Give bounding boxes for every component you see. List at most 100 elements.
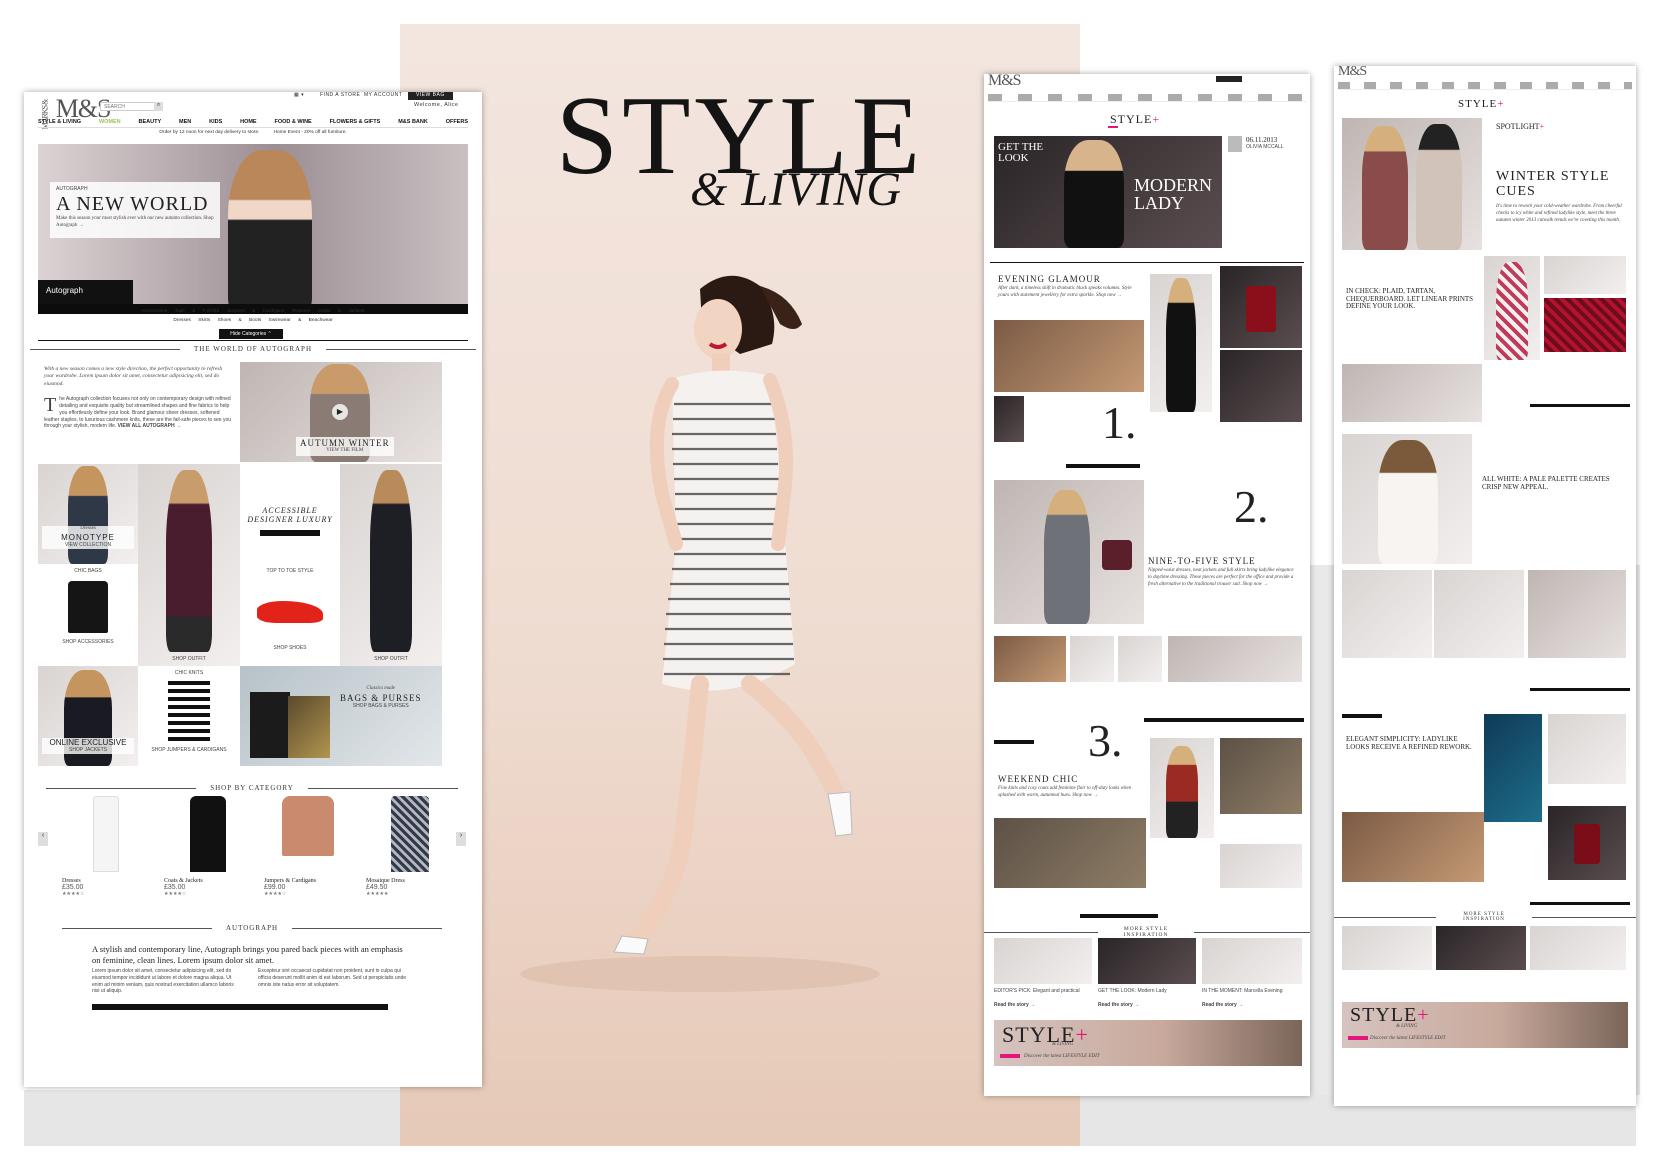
cat-skirts[interactable]: Skirts <box>198 318 210 323</box>
nav-kids[interactable]: KIDS <box>209 117 222 127</box>
cat-dresses[interactable]: Dresses <box>173 318 191 323</box>
tartan-bag-image[interactable] <box>1544 298 1626 352</box>
read-story-link-2[interactable]: Read the story → <box>1098 1002 1139 1009</box>
all-white-model-image[interactable] <box>1342 434 1472 564</box>
shop-jackets-link[interactable]: SHOP JACKETS <box>42 747 134 754</box>
outfit-tile-1[interactable]: SHOP OUTFIT <box>138 464 240 666</box>
nav-style-living[interactable]: STYLE & LIVING <box>38 117 81 127</box>
monotype-tile[interactable]: Dresses MONOTYPE VIEW COLLECTION <box>38 464 138 564</box>
search-icon[interactable]: ⌕ <box>154 102 163 111</box>
inspiration-thumb-3[interactable] <box>1530 926 1626 970</box>
ms-logo[interactable]: M&S <box>1338 66 1367 80</box>
inspiration-thumb-1[interactable] <box>994 938 1092 984</box>
cat-swimwear[interactable]: Swimwear & Beachwear <box>269 318 333 323</box>
autograph-banner[interactable]: AUTOGRAPH A NEW WORLD Make this season y… <box>38 144 468 314</box>
all-white-catwalk-image[interactable] <box>1342 570 1432 658</box>
nav-men[interactable]: MEN <box>179 117 191 127</box>
product-card-coats[interactable]: Coats & Jackets £35.00 ★★★★☆ <box>164 796 252 897</box>
shop-bags-link[interactable]: SHOP BAGS & PURSES <box>340 703 422 710</box>
autumn-winter-video[interactable]: ▶ AUTUMN WINTER VIEW THE FILM <box>240 362 442 462</box>
crystal-clutch-image[interactable] <box>1434 570 1524 658</box>
plaid-duo-image[interactable] <box>1342 118 1482 250</box>
lifestyle-edit-banner[interactable]: STYLE+ & LIVING Discover the latest LIFE… <box>994 1020 1302 1066</box>
fur-coat-image[interactable] <box>1342 812 1484 882</box>
accessible-luxury-tile[interactable]: ACCESSIBLE DESIGNER LUXURY <box>240 464 340 564</box>
cat-accessories[interactable]: Accessories <box>141 309 167 314</box>
inspiration-thumb-2[interactable] <box>1098 938 1196 984</box>
shop-outfit-link-1[interactable]: SHOP OUTFIT <box>138 656 240 663</box>
nav-food-wine[interactable]: FOOD & WINE <box>274 117 311 127</box>
carousel-next-arrow[interactable]: › <box>456 832 466 846</box>
nav-home[interactable]: HOME <box>240 117 257 127</box>
perfume-bottle-image[interactable] <box>1548 806 1626 880</box>
red-coat-image[interactable] <box>1150 738 1214 838</box>
cat-tops[interactable]: Tops & T-Shirts <box>175 309 219 314</box>
nine-to-five-image[interactable] <box>994 480 1144 624</box>
view-collection-link[interactable]: VIEW COLLECTION <box>42 542 134 549</box>
necklace-image[interactable] <box>1220 350 1302 422</box>
weekend-street-image[interactable] <box>994 818 1146 888</box>
online-exclusive-tile[interactable]: ONLINE EXCLUSIVE SHOP JACKETS <box>38 666 138 766</box>
cat-jumpers[interactable]: Jumpers & Cardigans <box>226 309 284 314</box>
shop-accessories-link[interactable]: SHOP ACCESSORIES <box>38 639 138 646</box>
search-input[interactable] <box>100 102 160 111</box>
get-the-look-banner[interactable]: GET THE LOOK MODERN LADY <box>994 136 1222 248</box>
inspiration-caption-3[interactable]: IN THE MOMENT: Marcella Evening <box>1202 988 1302 995</box>
cat-shoes[interactable]: Shoes & Boots <box>218 318 262 323</box>
consider-colour-image[interactable] <box>1168 636 1302 682</box>
top-to-toe-tile[interactable]: TOP TO TOE STYLE SHOP SHOES <box>240 564 340 666</box>
glamour-image-1[interactable] <box>994 320 1144 392</box>
shoe-image[interactable] <box>994 396 1024 442</box>
leopard-heel-image[interactable] <box>1220 844 1302 888</box>
glamour-image-2[interactable] <box>1150 274 1212 412</box>
inspiration-thumb-3[interactable] <box>1202 938 1302 984</box>
bags-purses-tile[interactable]: Classics made BAGS & PURSES SHOP BAGS & … <box>240 666 442 766</box>
heel-image[interactable] <box>1118 636 1162 682</box>
my-account-link[interactable]: MY ACCOUNT <box>364 92 402 98</box>
glove-image[interactable] <box>994 636 1066 682</box>
view-all-autograph-link[interactable]: VIEW ALL AUTOGRAPH → <box>118 423 181 429</box>
main-nav[interactable] <box>988 94 1306 102</box>
view-bag-button[interactable] <box>1216 76 1242 82</box>
shop-outfit-link-2[interactable]: SHOP OUTFIT <box>340 656 442 663</box>
nav-beauty[interactable]: BEAUTY <box>139 117 162 127</box>
view-film-link[interactable]: VIEW THE FILM <box>300 448 390 455</box>
shop-shoes-link[interactable]: SHOP SHOES <box>240 645 340 652</box>
main-nav[interactable] <box>1338 82 1632 90</box>
plaid-model-image[interactable] <box>1484 256 1540 360</box>
lifestyle-edit-banner[interactable]: STYLE+ & LIVING Discover the latest LIFE… <box>1342 1002 1628 1048</box>
shop-knits-link[interactable]: SHOP JUMPERS & CARDIGANS <box>138 747 240 754</box>
inspiration-caption-1[interactable]: EDITOR'S PICK: Elegant and practical <box>994 988 1092 995</box>
product-card-dresses[interactable]: Dresses £35.00 ★★★★☆ <box>62 796 150 897</box>
cat-coats[interactable]: Coats & Jackets <box>318 309 365 314</box>
nav-flowers-gifts[interactable]: FLOWERS & GIFTS <box>330 117 381 127</box>
find-store-link[interactable]: FIND A STORE <box>320 92 360 98</box>
read-story-link-3[interactable]: Read the story → <box>1202 1002 1243 1009</box>
teal-dress-image[interactable] <box>1484 714 1542 822</box>
banner-tab[interactable]: Autograph <box>38 280 133 304</box>
cat-trousers[interactable]: Trousers <box>292 309 311 314</box>
chic-bags-tile[interactable]: CHIC BAGS SHOP ACCESSORIES <box>38 564 138 666</box>
nav-ms-bank[interactable]: M&S BANK <box>398 117 428 127</box>
inspiration-thumb-1[interactable] <box>1342 926 1432 970</box>
nav-offers[interactable]: OFFERS <box>446 117 468 127</box>
ms-logo[interactable]: M&S <box>988 74 1022 90</box>
chic-knits-tile[interactable]: CHIC KNITS SHOP JUMPERS & CARDIGANS <box>138 666 240 766</box>
carousel-prev-arrow[interactable]: ‹ <box>38 832 48 846</box>
flag-icon[interactable]: ▦ ▾ <box>294 92 304 98</box>
read-story-link-1[interactable]: Read the story → <box>994 1002 1035 1009</box>
catwalk-check-image[interactable] <box>1342 364 1482 422</box>
perfume-image[interactable] <box>1220 266 1302 348</box>
play-icon[interactable]: ▶ <box>332 404 348 420</box>
camel-coat-image[interactable] <box>1220 738 1302 814</box>
ladylike-model-image[interactable] <box>1548 714 1626 784</box>
inspiration-caption-2[interactable]: GET THE LOOK: Modern Lady <box>1098 988 1196 995</box>
product-card-jumpers[interactable]: Jumpers & Cardigans £99.00 ★★★★☆ <box>264 796 352 897</box>
handbag-image[interactable] <box>1070 636 1114 682</box>
promo-delivery[interactable]: Order by 12 noon for next day delivery t… <box>159 130 259 135</box>
inspiration-thumb-2[interactable] <box>1436 926 1526 970</box>
plaid-scarf-image[interactable] <box>1544 256 1626 294</box>
nav-women[interactable]: WOMEN <box>99 117 121 127</box>
product-card-mosaique[interactable]: Mosaique Dress £49.50 ★★★★★ <box>366 796 454 897</box>
promo-home-event[interactable]: Home Event - 20% off all furniture. <box>274 130 347 135</box>
